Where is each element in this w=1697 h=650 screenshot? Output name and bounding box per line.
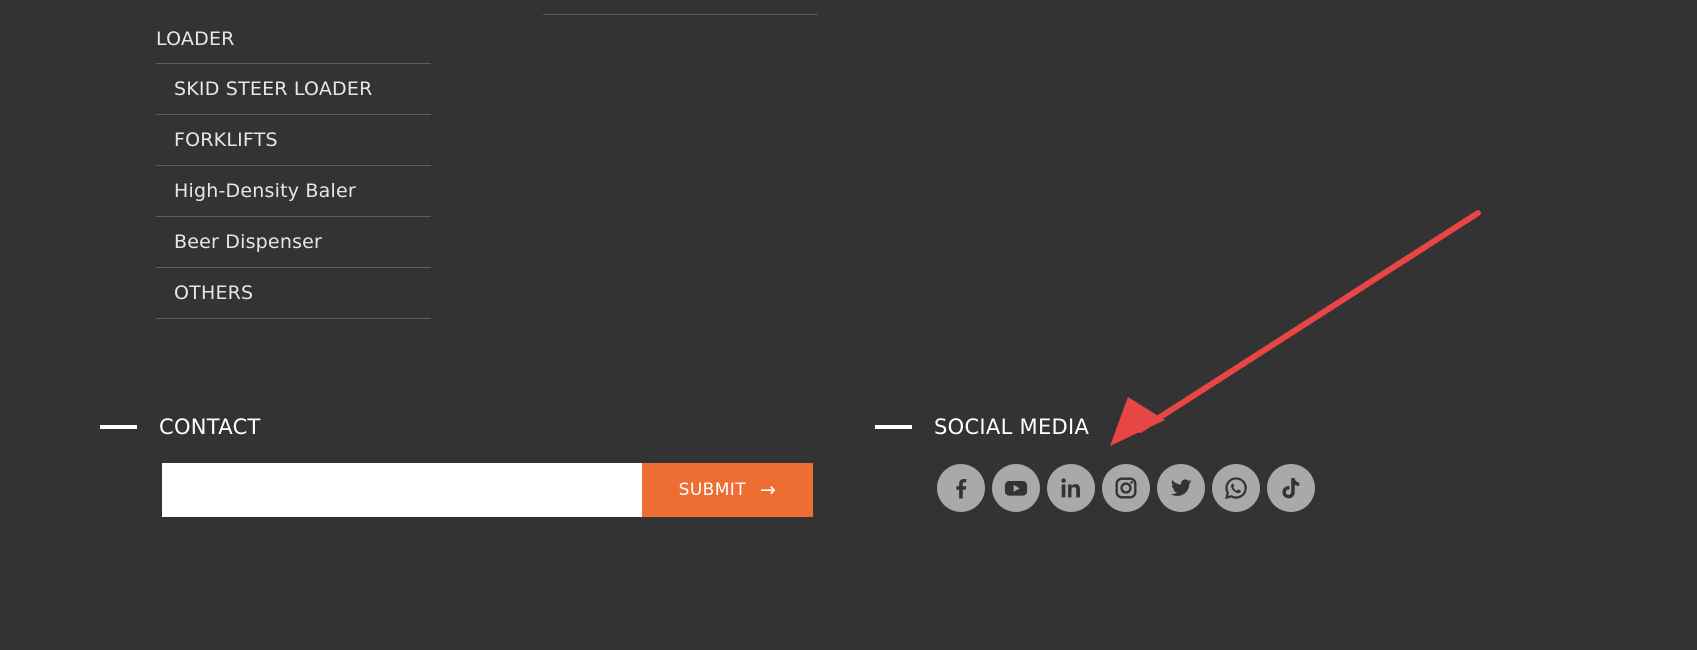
heading-dash (100, 425, 137, 429)
top-divider (543, 14, 818, 15)
tiktok-icon[interactable] (1267, 464, 1315, 512)
heading-dash (875, 425, 912, 429)
menu-item-skid-steer-loader[interactable]: SKID STEER LOADER (156, 64, 431, 115)
social-media-title: SOCIAL MEDIA (934, 415, 1090, 439)
menu-item-high-density-baler[interactable]: High-Density Baler (156, 166, 431, 217)
contact-form: SUBMIT → (162, 463, 813, 517)
arrow-right-icon: → (760, 479, 777, 501)
menu-item-loader[interactable]: LOADER (156, 16, 431, 64)
product-menu: LOADER SKID STEER LOADER FORKLIFTS High-… (156, 16, 431, 319)
menu-item-beer-dispenser[interactable]: Beer Dispenser (156, 217, 431, 268)
youtube-icon[interactable] (992, 464, 1040, 512)
social-media-heading: SOCIAL MEDIA (875, 414, 1089, 440)
contact-title: CONTACT (159, 415, 261, 439)
contact-input[interactable] (162, 463, 642, 517)
menu-item-others[interactable]: OTHERS (156, 268, 431, 319)
submit-label: SUBMIT (678, 480, 747, 500)
twitter-icon[interactable] (1157, 464, 1205, 512)
linkedin-icon[interactable] (1047, 464, 1095, 512)
contact-heading: CONTACT (100, 414, 261, 440)
whatsapp-icon[interactable] (1212, 464, 1260, 512)
menu-item-forklifts[interactable]: FORKLIFTS (156, 115, 431, 166)
instagram-icon[interactable] (1102, 464, 1150, 512)
facebook-icon[interactable] (937, 464, 985, 512)
submit-button[interactable]: SUBMIT → (642, 463, 813, 517)
social-icons (937, 464, 1322, 512)
